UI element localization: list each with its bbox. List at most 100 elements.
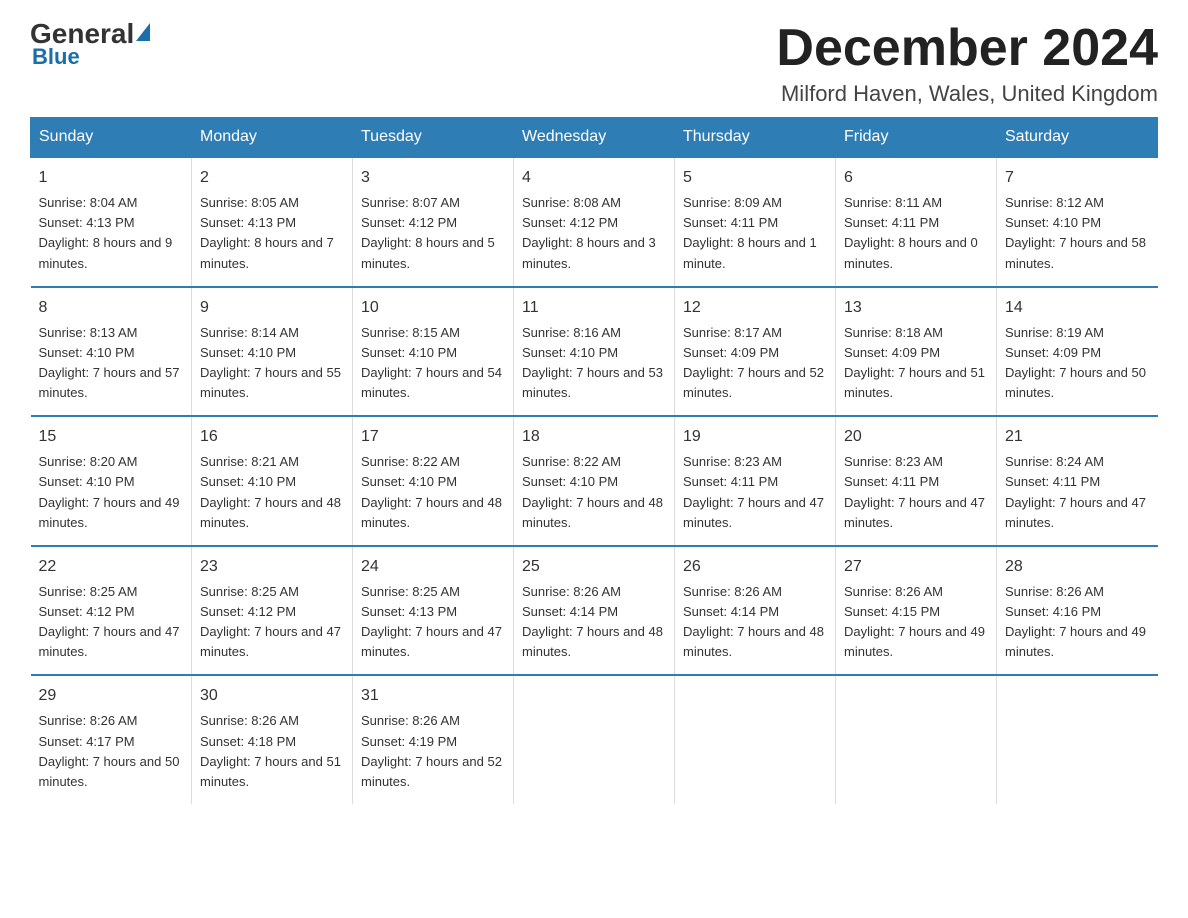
- logo: General Blue: [30, 20, 150, 70]
- day-info: Sunrise: 8:19 AMSunset: 4:09 PMDaylight:…: [1005, 325, 1146, 400]
- day-number: 11: [522, 296, 666, 320]
- day-info: Sunrise: 8:25 AMSunset: 4:12 PMDaylight:…: [200, 584, 341, 659]
- header-row: SundayMondayTuesdayWednesdayThursdayFrid…: [31, 118, 1158, 158]
- day-number: 18: [522, 425, 666, 449]
- calendar-cell: 18 Sunrise: 8:22 AMSunset: 4:10 PMDaylig…: [514, 416, 675, 546]
- calendar-cell: 21 Sunrise: 8:24 AMSunset: 4:11 PMDaylig…: [997, 416, 1158, 546]
- day-number: 24: [361, 555, 505, 579]
- calendar-cell: 24 Sunrise: 8:25 AMSunset: 4:13 PMDaylig…: [353, 546, 514, 676]
- calendar-cell: 23 Sunrise: 8:25 AMSunset: 4:12 PMDaylig…: [192, 546, 353, 676]
- logo-triangle-icon: [136, 23, 150, 41]
- day-number: 26: [683, 555, 827, 579]
- weekday-header-thursday: Thursday: [675, 118, 836, 158]
- day-info: Sunrise: 8:23 AMSunset: 4:11 PMDaylight:…: [844, 454, 985, 529]
- weekday-header-tuesday: Tuesday: [353, 118, 514, 158]
- calendar-cell: 7 Sunrise: 8:12 AMSunset: 4:10 PMDayligh…: [997, 157, 1158, 287]
- weekday-header-monday: Monday: [192, 118, 353, 158]
- day-number: 15: [39, 425, 184, 449]
- week-row-4: 22 Sunrise: 8:25 AMSunset: 4:12 PMDaylig…: [31, 546, 1158, 676]
- weekday-header-friday: Friday: [836, 118, 997, 158]
- day-info: Sunrise: 8:09 AMSunset: 4:11 PMDaylight:…: [683, 195, 817, 270]
- week-row-1: 1 Sunrise: 8:04 AMSunset: 4:13 PMDayligh…: [31, 157, 1158, 287]
- day-info: Sunrise: 8:25 AMSunset: 4:13 PMDaylight:…: [361, 584, 502, 659]
- day-number: 28: [1005, 555, 1150, 579]
- day-info: Sunrise: 8:22 AMSunset: 4:10 PMDaylight:…: [522, 454, 663, 529]
- calendar-cell: 3 Sunrise: 8:07 AMSunset: 4:12 PMDayligh…: [353, 157, 514, 287]
- logo-blue: Blue: [30, 44, 80, 70]
- day-number: 25: [522, 555, 666, 579]
- day-number: 30: [200, 684, 344, 708]
- day-number: 22: [39, 555, 184, 579]
- weekday-header-wednesday: Wednesday: [514, 118, 675, 158]
- weekday-header-sunday: Sunday: [31, 118, 192, 158]
- month-title: December 2024: [776, 20, 1158, 77]
- day-info: Sunrise: 8:25 AMSunset: 4:12 PMDaylight:…: [39, 584, 180, 659]
- calendar-body: 1 Sunrise: 8:04 AMSunset: 4:13 PMDayligh…: [31, 157, 1158, 804]
- day-info: Sunrise: 8:26 AMSunset: 4:14 PMDaylight:…: [683, 584, 824, 659]
- day-number: 10: [361, 296, 505, 320]
- location-title: Milford Haven, Wales, United Kingdom: [776, 81, 1158, 107]
- day-info: Sunrise: 8:26 AMSunset: 4:16 PMDaylight:…: [1005, 584, 1146, 659]
- day-info: Sunrise: 8:26 AMSunset: 4:17 PMDaylight:…: [39, 713, 180, 788]
- day-info: Sunrise: 8:17 AMSunset: 4:09 PMDaylight:…: [683, 325, 824, 400]
- calendar-cell: 9 Sunrise: 8:14 AMSunset: 4:10 PMDayligh…: [192, 287, 353, 417]
- day-info: Sunrise: 8:13 AMSunset: 4:10 PMDaylight:…: [39, 325, 180, 400]
- calendar-cell: 27 Sunrise: 8:26 AMSunset: 4:15 PMDaylig…: [836, 546, 997, 676]
- day-info: Sunrise: 8:18 AMSunset: 4:09 PMDaylight:…: [844, 325, 985, 400]
- day-number: 17: [361, 425, 505, 449]
- calendar-cell: 14 Sunrise: 8:19 AMSunset: 4:09 PMDaylig…: [997, 287, 1158, 417]
- calendar-cell: 29 Sunrise: 8:26 AMSunset: 4:17 PMDaylig…: [31, 675, 192, 804]
- calendar-cell: 31 Sunrise: 8:26 AMSunset: 4:19 PMDaylig…: [353, 675, 514, 804]
- calendar-cell: 2 Sunrise: 8:05 AMSunset: 4:13 PMDayligh…: [192, 157, 353, 287]
- calendar-cell: 25 Sunrise: 8:26 AMSunset: 4:14 PMDaylig…: [514, 546, 675, 676]
- calendar-cell: 22 Sunrise: 8:25 AMSunset: 4:12 PMDaylig…: [31, 546, 192, 676]
- day-info: Sunrise: 8:26 AMSunset: 4:18 PMDaylight:…: [200, 713, 341, 788]
- day-info: Sunrise: 8:14 AMSunset: 4:10 PMDaylight:…: [200, 325, 341, 400]
- day-info: Sunrise: 8:08 AMSunset: 4:12 PMDaylight:…: [522, 195, 656, 270]
- week-row-5: 29 Sunrise: 8:26 AMSunset: 4:17 PMDaylig…: [31, 675, 1158, 804]
- calendar-header: SundayMondayTuesdayWednesdayThursdayFrid…: [31, 118, 1158, 158]
- day-info: Sunrise: 8:21 AMSunset: 4:10 PMDaylight:…: [200, 454, 341, 529]
- calendar-cell: 5 Sunrise: 8:09 AMSunset: 4:11 PMDayligh…: [675, 157, 836, 287]
- calendar-cell: 4 Sunrise: 8:08 AMSunset: 4:12 PMDayligh…: [514, 157, 675, 287]
- day-number: 1: [39, 166, 184, 190]
- calendar-cell: 6 Sunrise: 8:11 AMSunset: 4:11 PMDayligh…: [836, 157, 997, 287]
- calendar-cell: [514, 675, 675, 804]
- day-info: Sunrise: 8:11 AMSunset: 4:11 PMDaylight:…: [844, 195, 978, 270]
- calendar-cell: 10 Sunrise: 8:15 AMSunset: 4:10 PMDaylig…: [353, 287, 514, 417]
- day-number: 2: [200, 166, 344, 190]
- title-block: December 2024 Milford Haven, Wales, Unit…: [776, 20, 1158, 107]
- day-info: Sunrise: 8:04 AMSunset: 4:13 PMDaylight:…: [39, 195, 173, 270]
- calendar-cell: 28 Sunrise: 8:26 AMSunset: 4:16 PMDaylig…: [997, 546, 1158, 676]
- day-info: Sunrise: 8:24 AMSunset: 4:11 PMDaylight:…: [1005, 454, 1146, 529]
- week-row-3: 15 Sunrise: 8:20 AMSunset: 4:10 PMDaylig…: [31, 416, 1158, 546]
- day-number: 27: [844, 555, 988, 579]
- weekday-header-saturday: Saturday: [997, 118, 1158, 158]
- day-number: 20: [844, 425, 988, 449]
- calendar-cell: 19 Sunrise: 8:23 AMSunset: 4:11 PMDaylig…: [675, 416, 836, 546]
- page-header: General Blue December 2024 Milford Haven…: [30, 20, 1158, 107]
- calendar-cell: 13 Sunrise: 8:18 AMSunset: 4:09 PMDaylig…: [836, 287, 997, 417]
- calendar-table: SundayMondayTuesdayWednesdayThursdayFrid…: [30, 117, 1158, 804]
- day-info: Sunrise: 8:22 AMSunset: 4:10 PMDaylight:…: [361, 454, 502, 529]
- day-number: 29: [39, 684, 184, 708]
- calendar-cell: 1 Sunrise: 8:04 AMSunset: 4:13 PMDayligh…: [31, 157, 192, 287]
- week-row-2: 8 Sunrise: 8:13 AMSunset: 4:10 PMDayligh…: [31, 287, 1158, 417]
- calendar-cell: 30 Sunrise: 8:26 AMSunset: 4:18 PMDaylig…: [192, 675, 353, 804]
- day-info: Sunrise: 8:16 AMSunset: 4:10 PMDaylight:…: [522, 325, 663, 400]
- day-info: Sunrise: 8:12 AMSunset: 4:10 PMDaylight:…: [1005, 195, 1146, 270]
- day-info: Sunrise: 8:05 AMSunset: 4:13 PMDaylight:…: [200, 195, 334, 270]
- calendar-cell: [675, 675, 836, 804]
- day-info: Sunrise: 8:23 AMSunset: 4:11 PMDaylight:…: [683, 454, 824, 529]
- calendar-cell: 17 Sunrise: 8:22 AMSunset: 4:10 PMDaylig…: [353, 416, 514, 546]
- day-number: 8: [39, 296, 184, 320]
- day-info: Sunrise: 8:26 AMSunset: 4:19 PMDaylight:…: [361, 713, 502, 788]
- day-number: 23: [200, 555, 344, 579]
- calendar-cell: [836, 675, 997, 804]
- day-info: Sunrise: 8:20 AMSunset: 4:10 PMDaylight:…: [39, 454, 180, 529]
- day-number: 13: [844, 296, 988, 320]
- day-number: 16: [200, 425, 344, 449]
- day-number: 19: [683, 425, 827, 449]
- calendar-cell: 26 Sunrise: 8:26 AMSunset: 4:14 PMDaylig…: [675, 546, 836, 676]
- day-info: Sunrise: 8:15 AMSunset: 4:10 PMDaylight:…: [361, 325, 502, 400]
